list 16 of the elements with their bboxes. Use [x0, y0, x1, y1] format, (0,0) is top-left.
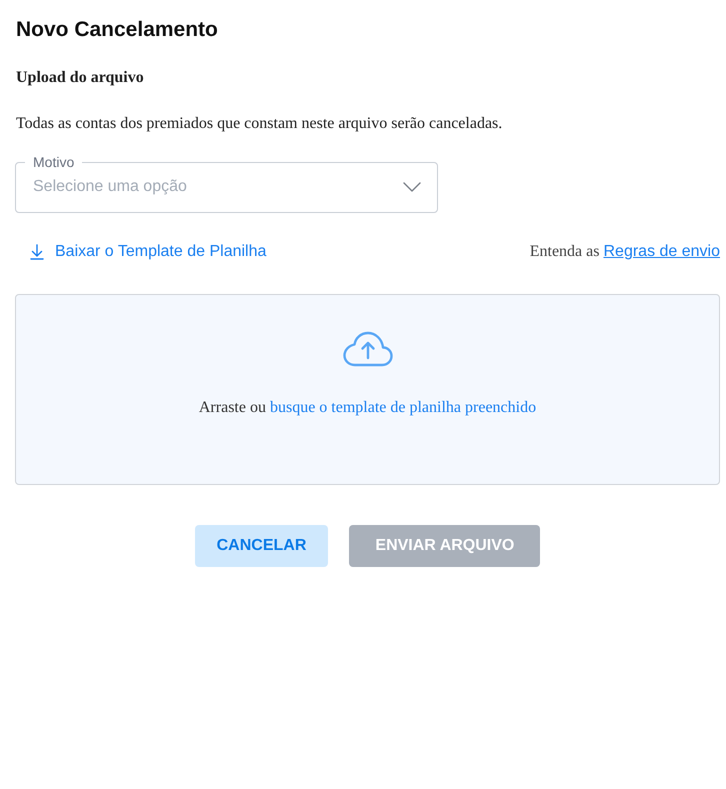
download-icon: [30, 244, 44, 260]
rules-link[interactable]: Regras de envio: [603, 243, 720, 260]
field-label: Motivo: [32, 154, 76, 170]
reason-select[interactable]: Motivo Selecione uma opção: [15, 154, 438, 213]
cancel-button[interactable]: CANCELAR: [194, 525, 328, 567]
cloud-upload-icon: [342, 331, 392, 367]
placeholder-text: Selecione uma opção: [33, 177, 187, 197]
page-title: Novo Cancelamento: [16, 17, 218, 43]
chevron-down-icon: [403, 182, 421, 192]
description-text: Todas as contas dos premiados que constam neste arquivo serão canceladas.: [16, 114, 502, 134]
rules-text: Entenda as Regras de envio: [530, 242, 720, 262]
section-heading: Upload do arquivo: [16, 68, 144, 88]
browse-file-link[interactable]: busque o template de planilha preenchido: [270, 399, 536, 416]
upload-dropzone[interactable]: Arraste ou busque o template de planilha preenchido: [15, 294, 720, 485]
download-template-link[interactable]: Baixar o Template de Planilha: [30, 241, 266, 263]
dropzone-text: Arraste ou busque o template de planilha preenchido: [198, 398, 536, 418]
